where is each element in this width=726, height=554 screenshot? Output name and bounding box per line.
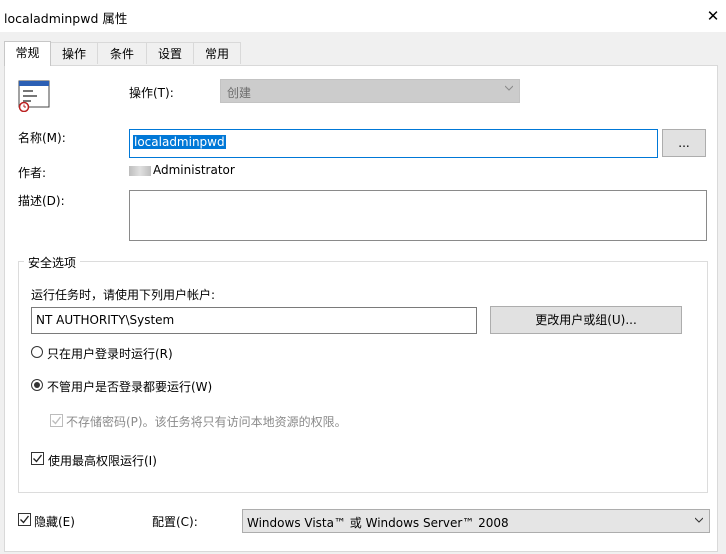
no-store-password-checkbox: [50, 414, 63, 427]
run-as-prompt: 运行任务时，请使用下列用户帐户:: [31, 288, 216, 302]
hidden-label[interactable]: 隐藏(E): [34, 513, 75, 530]
highest-privileges-label[interactable]: 使用最高权限运行(I): [48, 452, 157, 469]
checkmark-icon: [52, 416, 62, 425]
action-label: 操作(T):: [129, 86, 174, 100]
name-label: 名称(M):: [18, 131, 66, 145]
radio-logged-on-only[interactable]: [31, 346, 43, 358]
radio-whether-logged-on-label[interactable]: 不管用户是否登录都要运行(W): [47, 378, 212, 395]
chevron-down-icon: [695, 517, 703, 523]
radio-logged-on-only-label[interactable]: 只在用户登录时运行(R): [47, 345, 173, 362]
redacted-domain: [129, 165, 151, 176]
browse-button[interactable]: ...: [662, 129, 706, 157]
user-account-field[interactable]: NT AUTHORITY\System: [31, 307, 477, 334]
no-store-password-label: 不存储密码(P)。该任务将只有访问本地资源的权限。: [66, 415, 347, 429]
tab-settings[interactable]: 设置: [146, 42, 194, 64]
name-input[interactable]: localadminpwd: [129, 129, 658, 158]
tab-general[interactable]: 常规: [4, 41, 51, 66]
user-account-value: NT AUTHORITY\System: [36, 313, 175, 327]
description-input[interactable]: [129, 190, 707, 241]
radio-selected-dot: [34, 382, 40, 388]
hidden-checkbox[interactable]: [18, 513, 31, 526]
security-options-title: 安全选项: [24, 254, 81, 271]
configure-label: 配置(C):: [152, 515, 198, 529]
action-value: 创建: [227, 86, 252, 100]
close-icon[interactable]: ✕: [702, 5, 724, 27]
tab-common[interactable]: 常用: [193, 42, 241, 64]
tab-actions[interactable]: 操作: [50, 42, 98, 64]
highest-privileges-checkbox[interactable]: [31, 452, 44, 465]
checkmark-icon: [33, 454, 43, 463]
action-combo: 创建: [220, 79, 520, 103]
checkmark-icon: [20, 515, 30, 524]
tab-conditions[interactable]: 条件: [97, 42, 147, 64]
window-title: localadminpwd 属性: [4, 11, 128, 26]
description-label: 描述(D):: [18, 194, 65, 208]
task-icon: [17, 80, 51, 113]
chevron-down-icon: [505, 85, 513, 91]
radio-whether-logged-on[interactable]: [31, 379, 43, 391]
author-value-row: Administrator: [129, 163, 235, 177]
configure-value: Windows Vista™ 或 Windows Server™ 2008: [247, 516, 509, 530]
author-value: Administrator: [153, 163, 235, 177]
change-user-button[interactable]: 更改用户或组(U)...: [490, 306, 682, 334]
configure-combo[interactable]: Windows Vista™ 或 Windows Server™ 2008: [242, 509, 710, 533]
author-label: 作者:: [18, 166, 47, 180]
name-value: localadminpwd: [133, 135, 226, 149]
